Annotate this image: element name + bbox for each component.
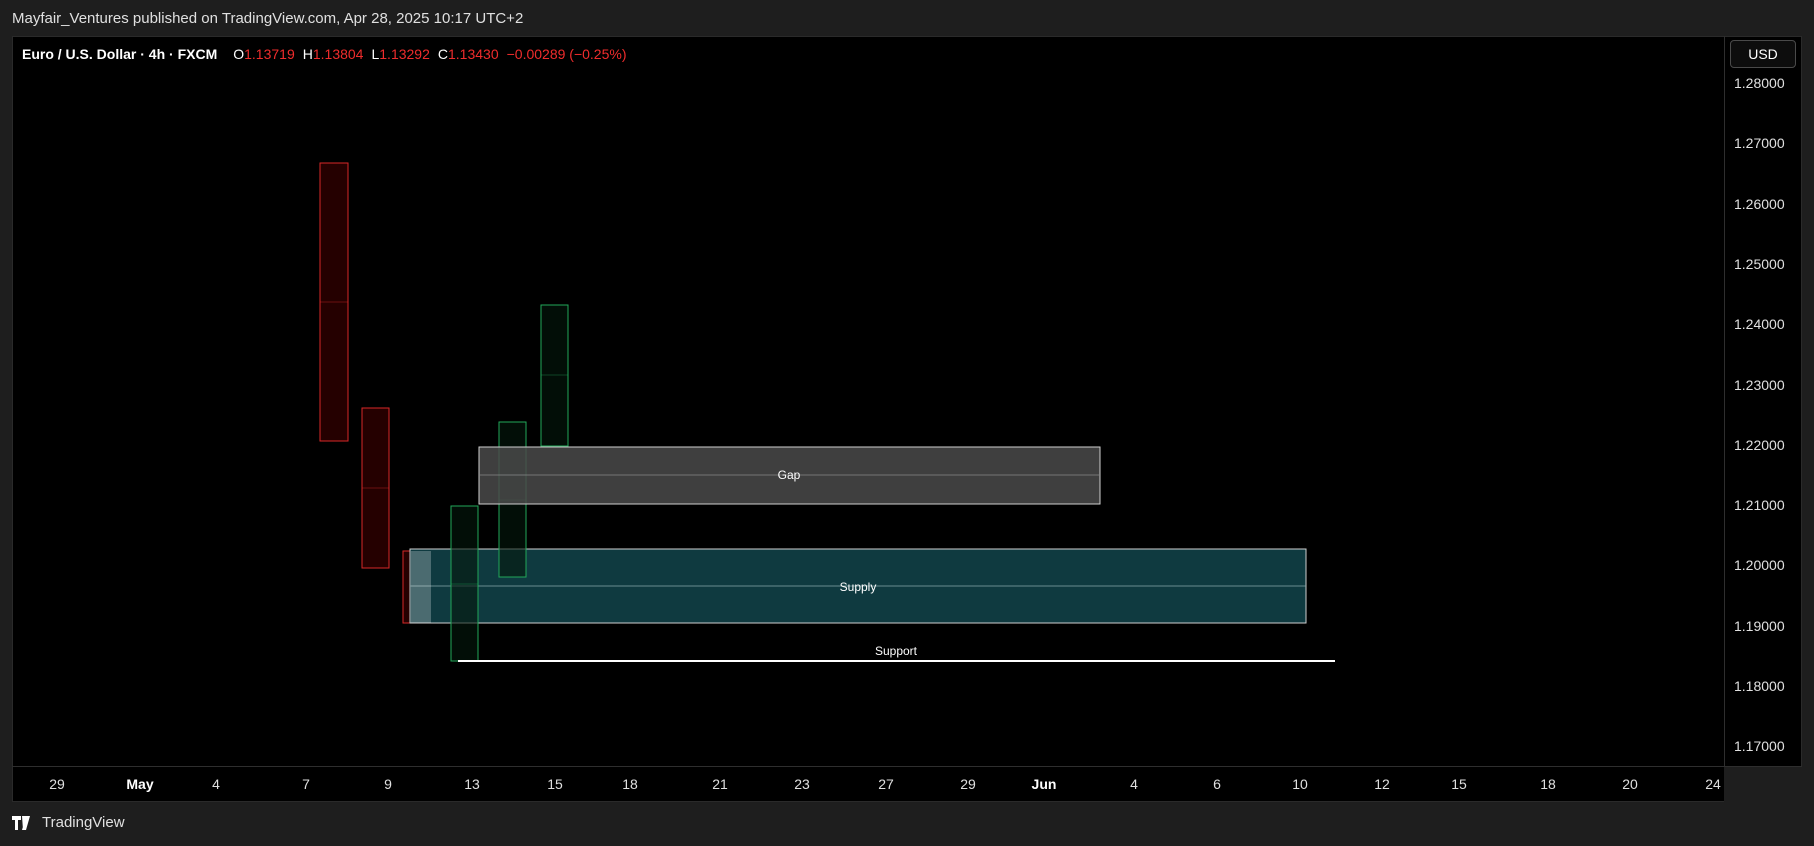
drawing-layer[interactable]: Supply Gap Support <box>0 0 1814 846</box>
gap-label: Gap <box>778 468 801 482</box>
supply-overlap <box>411 551 431 623</box>
supply-label: Supply <box>840 580 877 594</box>
tradingview-logo-icon <box>12 815 30 830</box>
bull-candle <box>450 505 479 662</box>
support-label: Support <box>875 644 918 658</box>
bull-candle <box>540 304 569 447</box>
brand-name[interactable]: TradingView <box>42 814 125 831</box>
footer: TradingView <box>12 814 125 831</box>
